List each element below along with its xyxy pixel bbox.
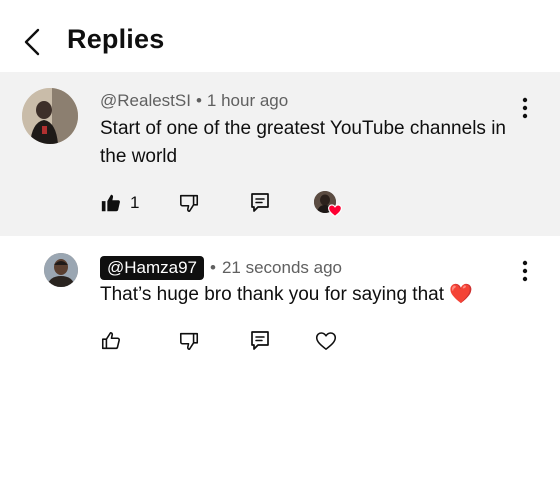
creator-handle-badge[interactable]: @Hamza97 bbox=[100, 256, 205, 280]
thumbs-up-filled-icon bbox=[101, 194, 120, 212]
creator-heart-badge bbox=[314, 191, 342, 219]
reply-text: That’s huge bro thank you for saying tha… bbox=[100, 284, 444, 305]
page-title: Replies bbox=[67, 24, 165, 54]
comment-text: Start of one of the greatest YouTube cha… bbox=[100, 118, 506, 167]
heart-outline-icon bbox=[315, 332, 337, 350]
comment-meta: @RealestSI • 1 hour ago bbox=[100, 91, 288, 111]
like-button[interactable]: 1 bbox=[100, 188, 139, 218]
more-options-icon[interactable] bbox=[513, 94, 537, 122]
back-arrow-icon[interactable] bbox=[14, 22, 54, 62]
more-options-icon[interactable] bbox=[513, 257, 537, 285]
comment-icon bbox=[251, 331, 269, 350]
comment-text: That’s huge bro thank you for saying tha… bbox=[100, 281, 540, 309]
separator-dot: • bbox=[210, 258, 216, 277]
heart-button[interactable] bbox=[315, 326, 337, 356]
heart-icon bbox=[328, 204, 342, 217]
like-button[interactable] bbox=[100, 326, 122, 356]
reply-button[interactable] bbox=[250, 188, 270, 218]
comment-actions bbox=[100, 326, 360, 356]
dislike-button[interactable] bbox=[178, 326, 200, 356]
reply-button[interactable] bbox=[250, 326, 270, 356]
dislike-button[interactable] bbox=[178, 188, 200, 218]
header: Replies bbox=[0, 0, 560, 72]
thumbs-up-icon bbox=[101, 331, 120, 350]
parent-comment: @RealestSI • 1 hour ago Start of one of th… bbox=[0, 72, 560, 236]
thumbs-down-icon bbox=[179, 194, 199, 213]
avatar[interactable] bbox=[44, 253, 78, 287]
avatar[interactable] bbox=[22, 88, 78, 144]
timestamp: 1 hour ago bbox=[206, 91, 289, 110]
heart-emoji: ❤️ bbox=[449, 284, 473, 305]
timestamp: 21 seconds ago bbox=[221, 258, 343, 277]
separator-dot: • bbox=[195, 91, 202, 110]
comment-icon bbox=[251, 193, 269, 212]
thumbs-down-icon bbox=[179, 332, 199, 351]
comment-meta: @Hamza97 • 21 seconds ago bbox=[100, 256, 342, 280]
comment-actions: 1 bbox=[100, 188, 360, 218]
author-name[interactable]: @RealestSI bbox=[100, 91, 191, 110]
like-count: 1 bbox=[130, 193, 140, 212]
